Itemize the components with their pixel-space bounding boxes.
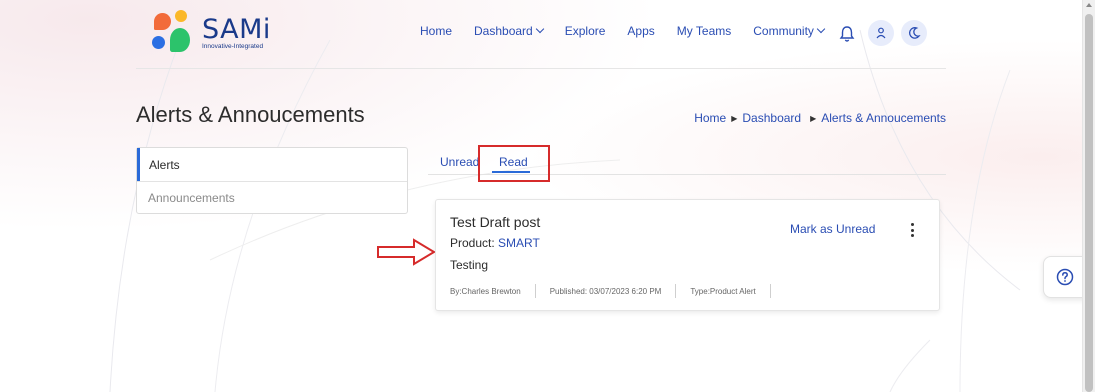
sidebar-item-announcements[interactable]: Announcements <box>137 181 407 214</box>
alert-body: Testing <box>450 258 489 272</box>
header-divider <box>136 68 946 69</box>
page-title: Alerts & Annoucements <box>136 102 365 127</box>
alert-card: Test Draft post Product: SMART Testing B… <box>435 199 940 311</box>
sidebar: Alerts Announcements <box>136 147 408 214</box>
alert-published: Published: 03/07/2023 6:20 PM <box>549 286 662 296</box>
moon-icon <box>909 27 921 39</box>
nav-community[interactable]: Community <box>753 24 826 38</box>
bell-icon <box>839 26 855 42</box>
alert-meta: By:Charles Brewton Published: 03/07/2023… <box>450 284 785 298</box>
breadcrumb-separator-icon: ▶ <box>810 113 817 123</box>
scrollbar[interactable] <box>1082 0 1095 392</box>
chevron-down-icon <box>535 24 544 34</box>
meta-divider <box>769 284 771 298</box>
user-icon <box>876 27 886 39</box>
nav-apps[interactable]: Apps <box>627 24 654 38</box>
meta-divider <box>675 284 677 298</box>
alert-author: By:Charles Brewton <box>450 286 521 296</box>
help-button[interactable] <box>1043 256 1087 298</box>
sidebar-item-alerts[interactable]: Alerts <box>137 148 407 181</box>
alert-type: Type:Product Alert <box>690 286 756 296</box>
profile-button[interactable] <box>868 20 894 46</box>
logo[interactable]: SAMi Innovative-Integrated <box>152 10 282 56</box>
brand-tagline: Innovative-Integrated <box>202 43 264 50</box>
nav-dashboard[interactable]: Dashboard <box>474 24 544 38</box>
nav-community-label: Community <box>753 24 814 38</box>
nav-explore[interactable]: Explore <box>565 24 606 38</box>
kebab-menu-icon[interactable] <box>907 221 917 239</box>
alert-title: Test Draft post <box>450 214 541 230</box>
theme-toggle-button[interactable] <box>901 20 927 46</box>
logo-mark-icon <box>152 10 196 56</box>
meta-divider <box>534 284 536 298</box>
breadcrumb-dashboard[interactable]: Dashboard <box>742 111 801 125</box>
nav-home[interactable]: Home <box>420 24 452 38</box>
chevron-down-icon <box>816 24 826 34</box>
breadcrumb-home[interactable]: Home <box>694 111 726 125</box>
notifications-button[interactable] <box>838 24 856 44</box>
breadcrumb-separator-icon: ▶ <box>731 113 738 123</box>
nav-my-teams[interactable]: My Teams <box>677 24 731 38</box>
breadcrumb-current: Alerts & Annoucements <box>821 111 946 125</box>
annotation-highlight-box <box>478 145 550 182</box>
help-icon <box>1056 268 1074 286</box>
scroll-up-arrow-icon[interactable] <box>1086 3 1092 7</box>
brand-name: SAMi <box>202 14 271 45</box>
tab-unread[interactable]: Unread <box>440 155 479 169</box>
breadcrumb: Home ▶ Dashboard ▶ Alerts & Annoucements <box>694 111 946 125</box>
scrollbar-thumb[interactable] <box>1085 14 1093 392</box>
main-nav: Home Dashboard Explore Apps My Teams Com… <box>420 24 846 38</box>
alert-product: Product: SMART <box>450 236 540 250</box>
mark-as-unread-button[interactable]: Mark as Unread <box>790 222 875 236</box>
product-label: Product: <box>450 236 495 250</box>
product-link[interactable]: SMART <box>498 236 540 250</box>
nav-dashboard-label: Dashboard <box>474 24 533 38</box>
annotation-arrow-icon <box>377 238 436 266</box>
